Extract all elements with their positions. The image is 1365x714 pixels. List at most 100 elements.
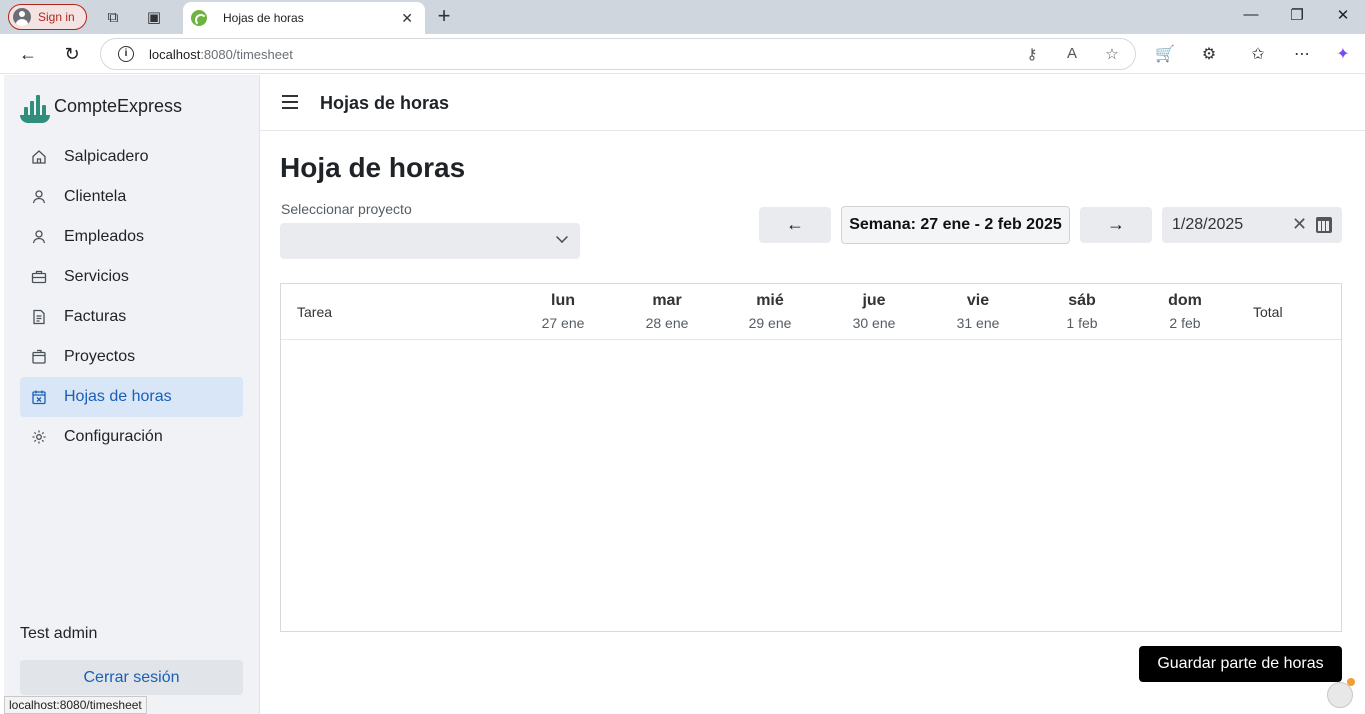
sidebar-item-servicios[interactable]: Servicios: [20, 257, 243, 297]
sidebar-item-facturas[interactable]: Facturas: [20, 297, 243, 337]
sidebar-item-label: Hojas de horas: [64, 388, 172, 405]
user-name: Test admin: [20, 625, 98, 642]
browser-status-url: localhost:8080/timesheet: [4, 696, 147, 714]
day-date: 30 ene: [852, 315, 896, 331]
page-title: Hoja de horas: [280, 152, 466, 183]
sidebar-item-configuracion[interactable]: Configuración: [20, 417, 243, 457]
favorites-icon[interactable]: ✩: [1248, 44, 1268, 64]
day-name: sáb: [1068, 292, 1096, 309]
spring-favicon-icon: [191, 10, 207, 26]
folder-icon: [31, 349, 47, 365]
minimize-icon[interactable]: —: [1241, 6, 1261, 23]
browser-tab[interactable]: Hojas de horas ✕: [183, 2, 425, 34]
feedback-helper-icon[interactable]: [1327, 678, 1355, 708]
sidebar-item-label: Servicios: [64, 268, 129, 285]
day-date: 1 feb: [1066, 315, 1098, 331]
day-name: jue: [862, 292, 886, 309]
sidebar-item-label: Empleados: [64, 228, 145, 245]
sidebar-item-label: Configuración: [64, 428, 163, 445]
project-select[interactable]: [280, 223, 580, 259]
sidebar: CompteExpress Salpicadero Clientela Empl…: [4, 75, 260, 714]
previous-week-button[interactable]: ←: [759, 207, 831, 243]
document-icon: [31, 309, 47, 325]
day-name: dom: [1168, 292, 1202, 309]
next-week-button[interactable]: →: [1080, 207, 1152, 243]
sidebar-item-empleados[interactable]: Empleados: [20, 217, 243, 257]
tab-title: Hojas de horas: [223, 11, 304, 25]
brand-name: CompteExpress: [54, 95, 183, 116]
gear-icon: [31, 429, 47, 445]
day-name: mar: [652, 292, 682, 309]
day-date: 2 feb: [1169, 315, 1201, 331]
column-header-day: lun 27 ene: [513, 292, 613, 331]
column-header-day: mié 29 ene: [720, 292, 820, 331]
main-content: Hoja de horas Seleccionar proyecto ← Sem…: [260, 131, 1365, 714]
sidebar-item-salpicadero[interactable]: Salpicadero: [20, 137, 243, 177]
date-picker-value: 1/28/2025: [1172, 216, 1244, 233]
url-path: :8080/timesheet: [200, 47, 293, 62]
day-date: 28 ene: [645, 315, 689, 331]
save-timesheet-button[interactable]: Guardar parte de horas: [1139, 646, 1342, 682]
sidebar-item-clientela[interactable]: Clientela: [20, 177, 243, 217]
new-tab-button[interactable]: +: [433, 5, 455, 27]
read-aloud-icon[interactable]: A: [1063, 45, 1081, 62]
column-header-day: jue 30 ene: [824, 292, 924, 331]
key-icon[interactable]: ⚷: [1023, 45, 1041, 63]
day-name: vie: [966, 292, 990, 309]
address-bar[interactable]: i localhost:8080/timesheet ⚷ A ☆: [100, 38, 1136, 70]
favorite-star-icon[interactable]: ☆: [1103, 45, 1121, 63]
restore-icon[interactable]: ❐: [1287, 6, 1307, 24]
date-picker[interactable]: 1/28/2025 ✕: [1162, 207, 1342, 243]
tab-actions-icon[interactable]: ▣: [144, 7, 164, 27]
sidebar-item-label: Salpicadero: [64, 148, 149, 165]
column-header-total: Total: [1253, 304, 1283, 320]
url-text: localhost:8080/timesheet: [149, 47, 293, 62]
day-name: lun: [551, 292, 575, 309]
sidebar-item-label: Clientela: [64, 188, 127, 205]
calendar-icon[interactable]: [1316, 217, 1332, 233]
column-header-day: dom 2 feb: [1135, 292, 1235, 331]
day-date: 29 ene: [748, 315, 792, 331]
site-info-icon[interactable]: i: [118, 46, 134, 62]
sidebar-item-label: Facturas: [64, 308, 127, 325]
timesheet-grid: Tarea lun 27 ene mar 28 ene mié 29 ene j…: [280, 283, 1342, 632]
sign-in-button[interactable]: Sign in: [8, 4, 87, 30]
logo-icon: [20, 89, 50, 123]
day-name: mié: [756, 292, 784, 309]
chevron-down-icon: [556, 231, 568, 243]
calendar-icon: [31, 389, 47, 405]
menu-toggle-icon[interactable]: [282, 95, 298, 109]
sidebar-item-label: Proyectos: [64, 348, 136, 365]
browser-tabbar: Sign in ⧉ ▣ Hojas de horas ✕ + — ❐ ✕: [0, 0, 1365, 34]
shopping-cart-icon[interactable]: 🛒: [1155, 44, 1175, 64]
logout-button[interactable]: Cerrar sesión: [20, 660, 243, 695]
header-title: Hojas de horas: [320, 93, 450, 113]
sidebar-item-hojas-de-horas[interactable]: Hojas de horas: [20, 377, 243, 417]
grid-header: Tarea lun 27 ene mar 28 ene mié 29 ene j…: [281, 284, 1341, 340]
url-host: localhost: [149, 47, 201, 62]
person-icon: [31, 189, 47, 205]
copilot-icon[interactable]: ✦: [1333, 44, 1353, 64]
close-tab-icon[interactable]: ✕: [401, 10, 413, 27]
clear-date-icon[interactable]: ✕: [1292, 214, 1307, 235]
sign-in-label: Sign in: [38, 10, 75, 24]
extensions-icon[interactable]: ⚙: [1199, 44, 1219, 64]
person-icon: [31, 229, 47, 245]
column-header-task: Tarea: [297, 304, 333, 320]
sidebar-item-proyectos[interactable]: Proyectos: [20, 337, 243, 377]
sidebar-menu: Salpicadero Clientela Empleados Servicio…: [20, 137, 243, 457]
day-date: 31 ene: [956, 315, 1000, 331]
briefcase-icon: [31, 269, 47, 285]
day-date: 27 ene: [541, 315, 585, 331]
close-window-icon[interactable]: ✕: [1333, 6, 1353, 24]
reload-icon[interactable]: ↻: [62, 44, 82, 64]
brand[interactable]: CompteExpress: [20, 89, 182, 123]
profile-icon: [13, 8, 31, 26]
week-range-label: Semana: 27 ene - 2 feb 2025: [841, 206, 1070, 244]
column-header-day: vie 31 ene: [928, 292, 1028, 331]
workspaces-icon[interactable]: ⧉: [103, 7, 123, 27]
home-icon: [31, 149, 47, 165]
more-menu-icon[interactable]: ⋯: [1292, 44, 1312, 64]
column-header-day: sáb 1 feb: [1032, 292, 1132, 331]
back-icon[interactable]: ←: [18, 44, 38, 64]
